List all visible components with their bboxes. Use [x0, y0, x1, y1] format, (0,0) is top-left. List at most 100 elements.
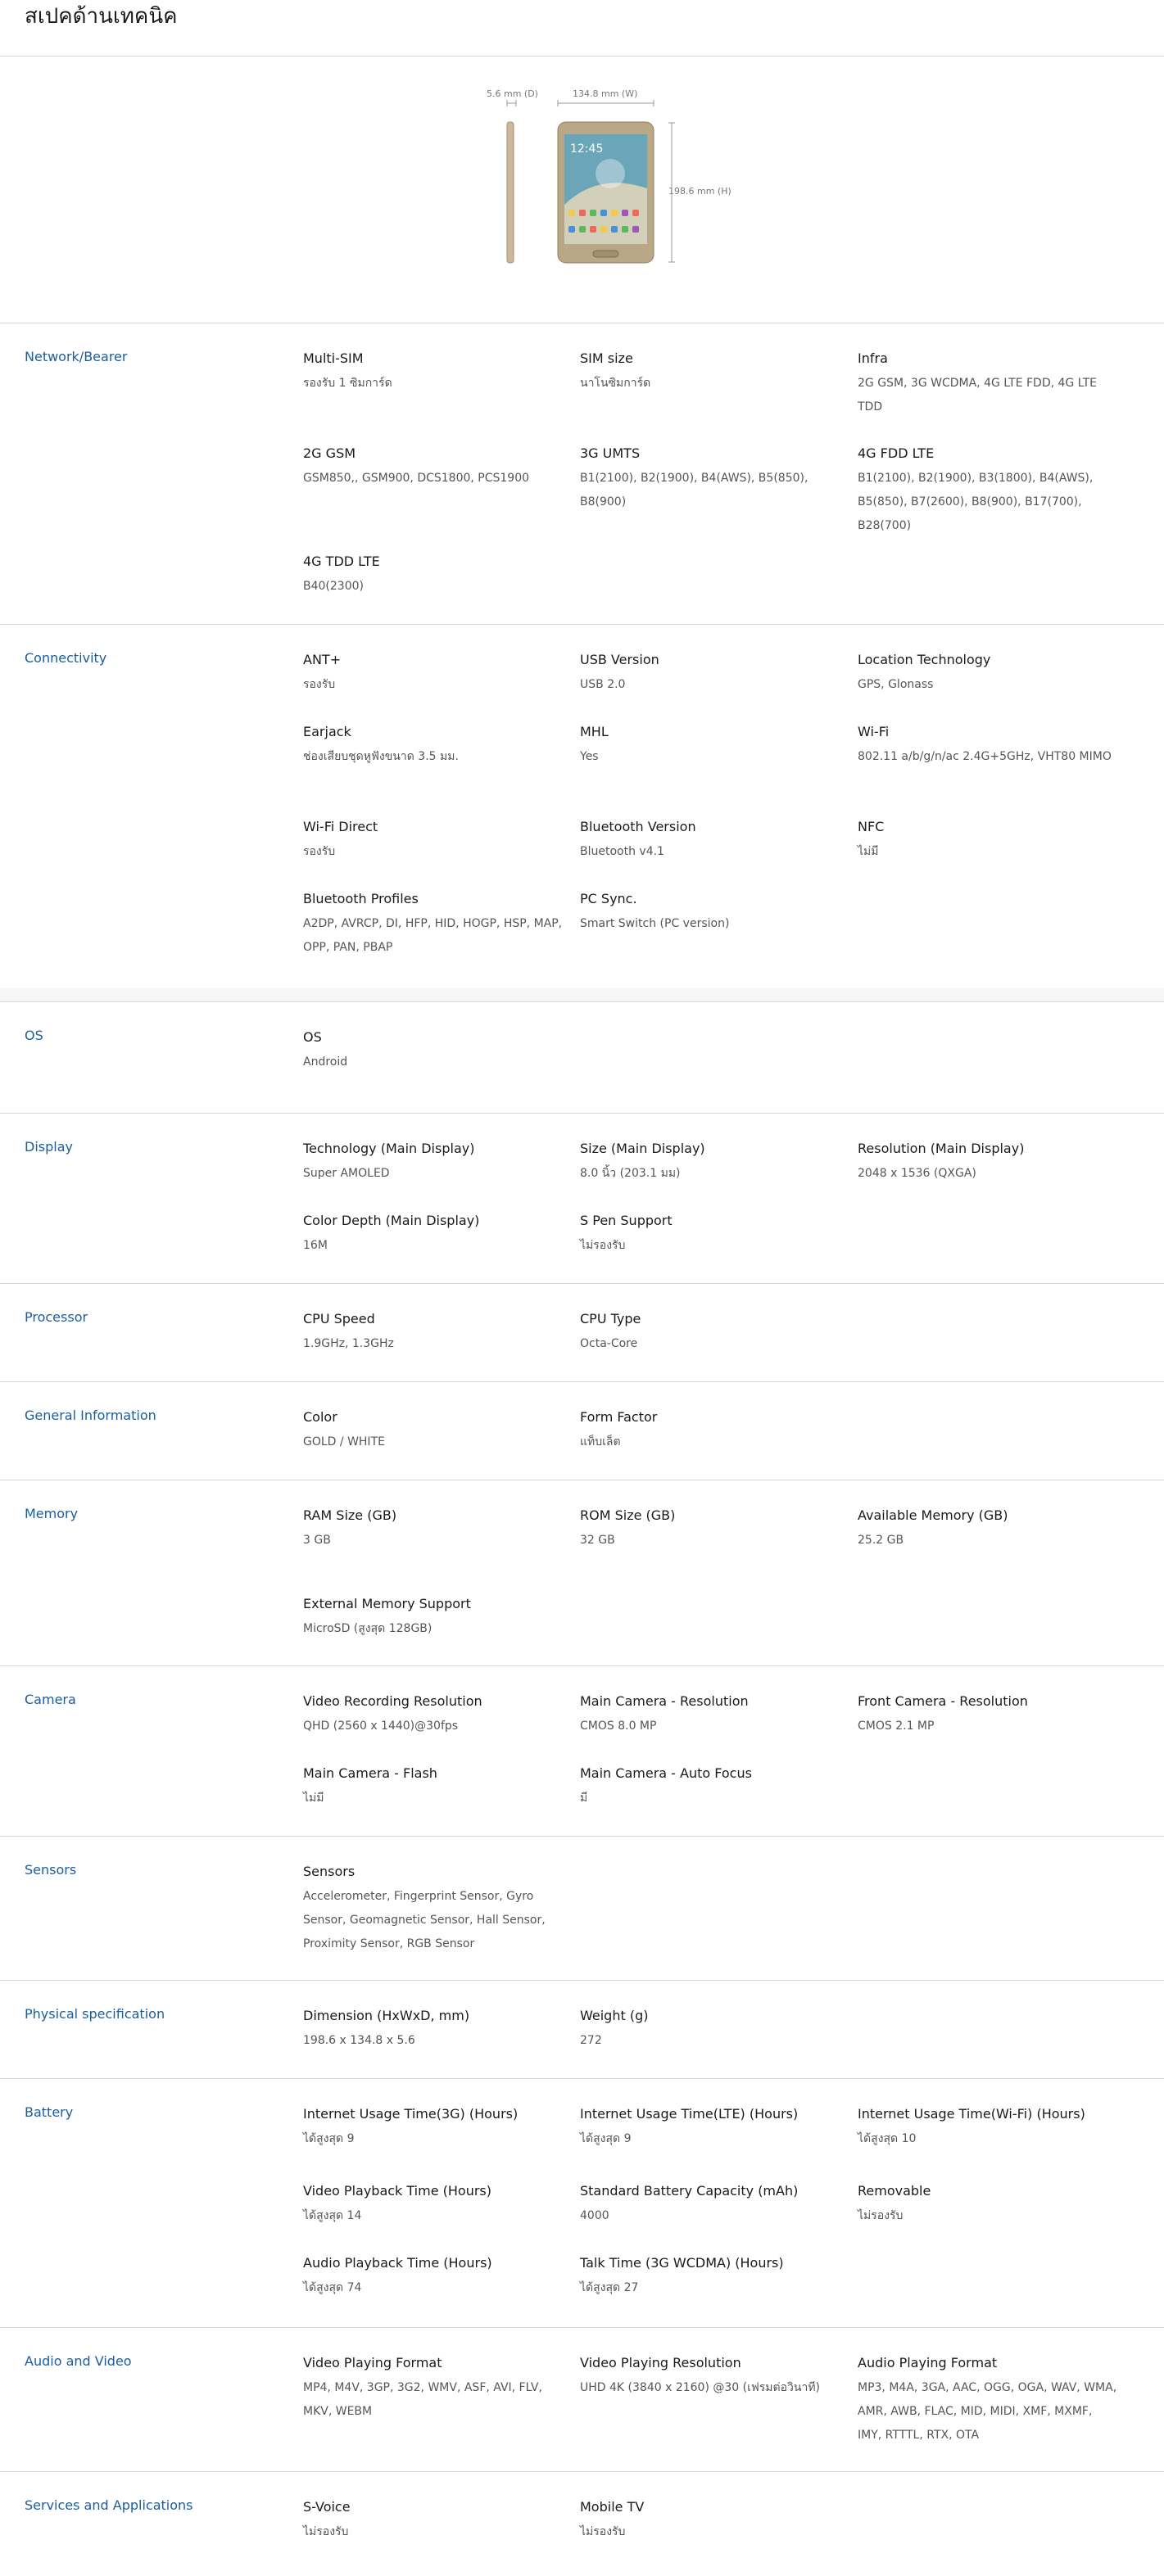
spec-item: Main Camera - Auto Focus มี — [580, 1764, 842, 1810]
spec-value: ได้สูงสุด 10 — [858, 2132, 917, 2145]
section-spacer — [0, 988, 1164, 1001]
spec-item: 2G GSM GSM850,, GSM900, DCS1800, PCS1900 — [303, 444, 565, 490]
spec-value: 1.9GHz, 1.3GHz — [303, 1337, 394, 1350]
spec-label: Available Memory (GB) — [858, 1507, 1008, 1523]
spec-category-general-information: General Information — [25, 1408, 156, 1423]
spec-label: Standard Battery Capacity (mAh) — [580, 2183, 799, 2199]
spec-label: CPU Speed — [303, 1311, 375, 1326]
spec-value: 272 — [580, 2034, 602, 2047]
spec-item: Dimension (HxWxD, mm) 198.6 x 134.8 x 5.6 — [303, 2006, 565, 2053]
section-divider — [0, 1836, 1164, 1837]
spec-item: 3G UMTS B1(2100), B2(1900), B4(AWS), B5(8… — [580, 444, 842, 514]
spec-label: External Memory Support — [303, 1596, 471, 1611]
spec-value: MP4, M4V, 3GP, 3G2, WMV, ASF, AVI, FLV, … — [303, 2381, 542, 2418]
spec-label: Removable — [858, 2183, 931, 2199]
spec-item: Color Depth (Main Display) 16M — [303, 1211, 565, 1258]
spec-category-camera: Camera — [25, 1692, 76, 1707]
spec-value: แท็บเล็ต — [580, 1435, 621, 1448]
spec-value: 16M — [303, 1239, 328, 1252]
spec-label: RAM Size (GB) — [303, 1507, 397, 1523]
spec-category-os: OS — [25, 1028, 43, 1043]
spec-label: Wi-Fi — [858, 724, 890, 739]
spec-item: Internet Usage Time(Wi-Fi) (Hours) ได้สูง… — [858, 2104, 1120, 2151]
spec-label: Color — [303, 1409, 337, 1425]
spec-category-battery: Battery — [25, 2104, 74, 2120]
spec-label: Multi-SIM — [303, 350, 364, 366]
spec-label: Weight (g) — [580, 2008, 649, 2023]
spec-item: S-Voice ไม่รองรับ — [303, 2497, 565, 2544]
section-divider — [0, 1001, 1164, 1002]
spec-item: Internet Usage Time(3G) (Hours) ได้สูงสุด… — [303, 2104, 565, 2151]
spec-label: Video Recording Resolution — [303, 1693, 482, 1709]
spec-item: Resolution (Main Display) 2048 x 1536 (QX… — [858, 1139, 1120, 1186]
spec-category-sensors: Sensors — [25, 1862, 77, 1878]
spec-label: Color Depth (Main Display) — [303, 1213, 480, 1228]
spec-label: Internet Usage Time(LTE) (Hours) — [580, 2106, 799, 2122]
spec-item: OS Android — [303, 1028, 565, 1074]
spec-value: ช่องเสียบชุดหูฟังขนาด 3.5 มม. — [303, 750, 459, 763]
page-title: สเปคด้านเทคนิค — [25, 4, 178, 29]
spec-item: ANT+ รองรับ — [303, 650, 565, 697]
spec-value: B1(2100), B2(1900), B3(1800), B4(AWS), B… — [858, 472, 1094, 532]
spec-value: GOLD / WHITE — [303, 1435, 385, 1448]
spec-label: Video Playing Resolution — [580, 2355, 741, 2370]
spec-label: Infra — [858, 350, 888, 366]
spec-item: Front Camera - Resolution CMOS 2.1 MP — [858, 1692, 1120, 1738]
spec-value: รองรับ 1 ซิมการ์ด — [303, 377, 392, 390]
spec-item: Sensors Accelerometer, Fingerprint Sensor… — [303, 1862, 565, 1956]
device-clock-text: 12:45 — [570, 142, 603, 156]
spec-item: 4G TDD LTE B40(2300) — [303, 552, 565, 599]
spec-value: มี — [580, 1792, 588, 1805]
spec-label: Audio Playback Time (Hours) — [303, 2255, 492, 2271]
spec-value: รองรับ — [303, 845, 336, 858]
section-divider — [0, 2327, 1164, 2328]
spec-value: Yes — [580, 750, 599, 763]
spec-value: นาโนซิมการ์ด — [580, 377, 651, 390]
spec-value: 2048 x 1536 (QXGA) — [858, 1167, 976, 1180]
spec-item: Standard Battery Capacity (mAh) 4000 — [580, 2181, 842, 2228]
spec-label: Audio Playing Format — [858, 2355, 998, 2370]
spec-value: Smart Switch (PC version) — [580, 917, 730, 930]
spec-label: Resolution (Main Display) — [858, 1141, 1025, 1156]
spec-value: ไม่รองรับ — [580, 2525, 626, 2538]
device-dimension-figure: 5.6 mm (D) 134.8 mm (W) 198.6 mm (H) 12:… — [0, 57, 1164, 323]
spec-value: B1(2100), B2(1900), B4(AWS), B5(850), B8… — [580, 472, 808, 508]
spec-label: Earjack — [303, 724, 351, 739]
spec-value: CMOS 8.0 MP — [580, 1720, 657, 1733]
spec-label: MHL — [580, 724, 609, 739]
spec-label: 4G FDD LTE — [858, 445, 935, 461]
spec-category-connectivity: Connectivity — [25, 650, 107, 666]
spec-label: Size (Main Display) — [580, 1141, 705, 1156]
spec-value: 4000 — [580, 2209, 609, 2222]
spec-item: Removable ไม่รองรับ — [858, 2181, 1120, 2228]
spec-category-processor: Processor — [25, 1309, 88, 1325]
spec-item: Video Playing Format MP4, M4V, 3GP, 3G2, … — [303, 2353, 565, 2424]
spec-label: Form Factor — [580, 1409, 658, 1425]
spec-label: Bluetooth Profiles — [303, 891, 419, 906]
spec-category-network-bearer: Network/Bearer — [25, 349, 128, 364]
spec-item: External Memory Support MicroSD (สูงสุด 1… — [303, 1594, 565, 1641]
spec-item: Video Playback Time (Hours) ได้สูงสุด 14 — [303, 2181, 565, 2228]
spec-item: Multi-SIM รองรับ 1 ซิมการ์ด — [303, 349, 565, 395]
spec-value: ได้สูงสุด 9 — [303, 2132, 355, 2145]
spec-value: Bluetooth v4.1 — [580, 845, 664, 858]
spec-item: Earjack ช่องเสียบชุดหูฟังขนาด 3.5 มม. — [303, 722, 565, 769]
spec-label: Bluetooth Version — [580, 819, 696, 834]
spec-item: ROM Size (GB) 32 GB — [580, 1506, 842, 1552]
spec-value: GSM850,, GSM900, DCS1800, PCS1900 — [303, 472, 530, 485]
spec-value: ได้สูงสุด 9 — [580, 2132, 632, 2145]
spec-label: Sensors — [303, 1864, 356, 1879]
spec-label: USB Version — [580, 652, 659, 667]
spec-label: 3G UMTS — [580, 445, 641, 461]
section-divider — [0, 2471, 1164, 2472]
spec-label: Video Playing Format — [303, 2355, 442, 2370]
spec-value: MP3, M4A, 3GA, AAC, OGG, OGA, WAV, WMA, … — [858, 2381, 1117, 2442]
spec-item: Weight (g) 272 — [580, 2006, 842, 2053]
spec-item: Audio Playing Format MP3, M4A, 3GA, AAC, … — [858, 2353, 1120, 2447]
section-divider — [0, 1980, 1164, 1981]
spec-label: Main Camera - Flash — [303, 1765, 437, 1781]
spec-label: ROM Size (GB) — [580, 1507, 676, 1523]
spec-item: Internet Usage Time(LTE) (Hours) ได้สูงสุ… — [580, 2104, 842, 2151]
spec-item: Bluetooth Version Bluetooth v4.1 — [580, 817, 842, 864]
spec-value: Super AMOLED — [303, 1167, 390, 1180]
